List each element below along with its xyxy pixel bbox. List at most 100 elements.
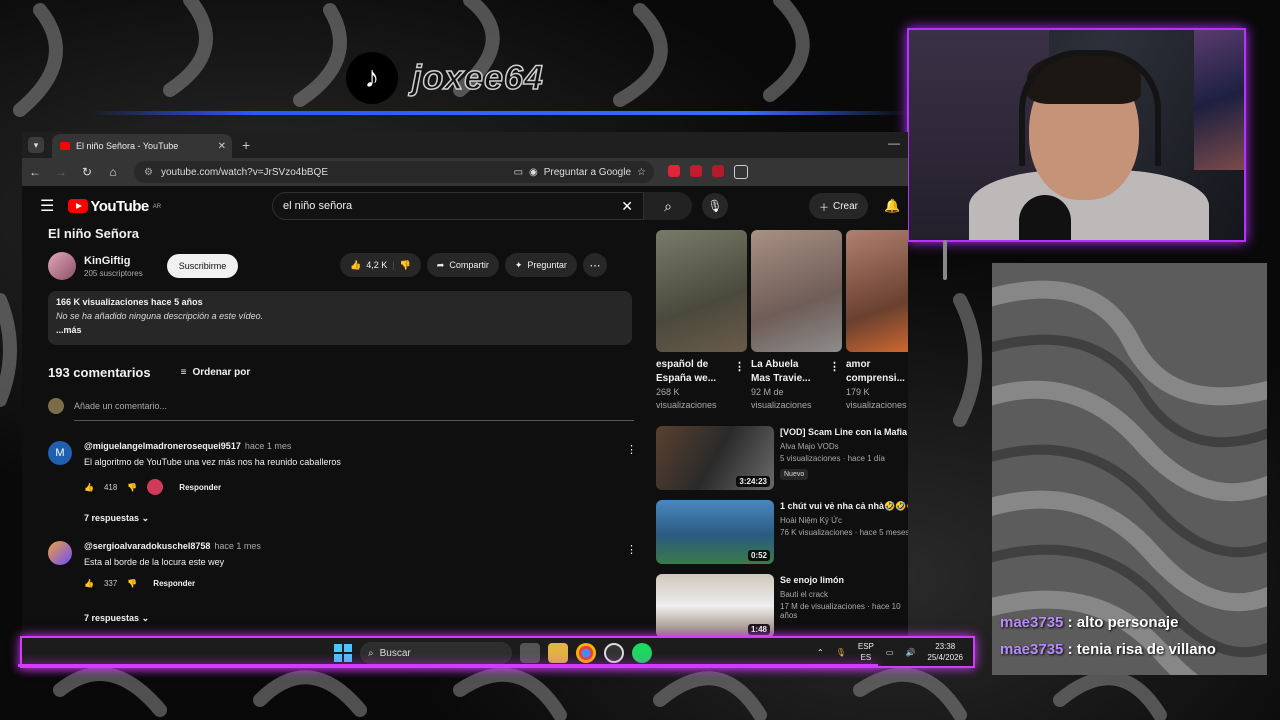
voice-search-button[interactable]: 🎙 (702, 193, 728, 219)
obs-icon[interactable] (604, 643, 624, 663)
search-button[interactable]: ⌕ (644, 192, 692, 220)
google-lens-icon[interactable]: ◉ (529, 167, 538, 178)
taskbar-search[interactable]: ⌕ Buscar (360, 642, 512, 664)
short-menu-icon[interactable]: ⋮ (734, 360, 745, 374)
reply-button[interactable]: Responder (153, 579, 195, 588)
minimize-icon[interactable]: — (888, 136, 900, 150)
reload-icon[interactable]: ↻ (74, 165, 100, 179)
menu-icon[interactable]: ☰ (40, 196, 54, 216)
comment-avatar[interactable] (48, 541, 72, 565)
short-menu-icon[interactable]: ⋮ (829, 360, 840, 374)
recommended-video[interactable]: 1:48 Se enojo limón Bauti el crack 17 M … (656, 574, 908, 637)
comment-time[interactable]: hace 1 mes (245, 441, 292, 451)
thumbs-down-icon[interactable]: 👎 (400, 260, 411, 271)
short-title-line[interactable]: amor (846, 358, 908, 372)
reply-button[interactable]: Responder (179, 483, 221, 492)
comment-menu-icon[interactable]: ⋮ (626, 543, 637, 556)
thumbs-up-icon[interactable]: 👍 (84, 483, 94, 492)
url-text: youtube.com/watch?v=JrSVzo4bBQE (160, 166, 328, 178)
extension-icon[interactable] (690, 165, 702, 177)
video-title[interactable]: Se enojo limón (780, 574, 908, 587)
more-actions-icon[interactable]: ⋯ (582, 253, 607, 277)
video-title[interactable]: 1 chút vui vẻ nha cả nhà🤣🤣🤣 (780, 500, 908, 513)
comment-author[interactable]: @miguelangelmadronerosequei9517 (84, 441, 241, 451)
browser-window: ▾ El niño Señora - YouTube ✕ + — ← → ↻ ⌂… (22, 132, 908, 637)
add-comment-row[interactable]: Añade un comentario... (48, 398, 648, 414)
chevron-up-icon[interactable]: ⌃ (817, 648, 824, 657)
create-button[interactable]: ＋ Crear (809, 193, 869, 219)
add-comment-input[interactable]: Añade un comentario... (74, 401, 167, 411)
sort-button[interactable]: ≡ Ordenar por (181, 367, 251, 378)
comment-author[interactable]: @sergioalvaradokuschel8758 (84, 541, 210, 551)
network-icon[interactable]: ▭ (886, 648, 894, 657)
new-tab-button[interactable]: + (242, 137, 250, 153)
microphone-icon[interactable]: 🎙 (836, 648, 846, 657)
short-title-line[interactable]: España we... (656, 372, 747, 386)
view-replies-button[interactable]: 7 respuestas ⌄ (84, 513, 149, 524)
short-thumbnail[interactable] (656, 230, 747, 352)
home-icon[interactable]: ⌂ (100, 165, 126, 179)
share-button[interactable]: ➦ Compartir (426, 253, 499, 277)
comment-menu-icon[interactable]: ⋮ (626, 443, 637, 456)
view-replies-button[interactable]: 7 respuestas ⌄ (84, 613, 149, 624)
extension-icon[interactable] (712, 165, 724, 177)
short-title-line[interactable]: comprensi... (846, 372, 908, 386)
video-title[interactable]: [VOD] Scam Line con la Mafia (780, 426, 908, 439)
spotify-icon[interactable] (632, 643, 652, 663)
scrollbar-thumb[interactable] (943, 240, 947, 280)
show-more-link[interactable]: ...más (56, 325, 624, 335)
short-title-line[interactable]: Mas Travie... (751, 372, 842, 386)
ask-google-label[interactable]: Preguntar a Google (544, 167, 631, 178)
thumbs-up-icon[interactable]: 👍 (84, 579, 94, 588)
chrome-icon[interactable] (576, 643, 596, 663)
close-tab-icon[interactable]: ✕ (218, 141, 226, 152)
windows-start-icon[interactable] (334, 644, 352, 662)
youtube-logo[interactable]: YouTube AR (68, 198, 161, 215)
short-item[interactable]: La Abuela Mas Travie... ⋮ 92 M de visual… (751, 230, 842, 412)
short-thumbnail[interactable] (846, 230, 908, 352)
forward-icon[interactable]: → (48, 165, 74, 179)
video-channel[interactable]: Hoài Niệm Ký Ức (780, 516, 908, 525)
short-title: amor comprensi... ⋮ (846, 358, 908, 386)
comment-avatar[interactable]: M (48, 441, 72, 465)
install-icon[interactable]: ▭ (514, 167, 523, 178)
bookmark-star-icon[interactable]: ☆ (637, 167, 646, 178)
like-button[interactable]: 👍 4,2 K | 👎 (340, 253, 421, 277)
site-info-icon[interactable]: ⚙ (144, 167, 153, 178)
clock[interactable]: 23:38 25/4/2026 (927, 641, 963, 663)
notifications-bell-icon[interactable]: 🔔 (884, 198, 900, 214)
clear-search-icon[interactable]: ✕ (621, 198, 633, 215)
tab-youtube[interactable]: El niño Señora - YouTube ✕ (52, 134, 232, 158)
tab-search-button[interactable]: ▾ (28, 137, 44, 153)
language-indicator[interactable]: ESP ES (858, 641, 874, 663)
thumbs-down-icon[interactable]: 👎 (127, 579, 137, 588)
back-icon[interactable]: ← (22, 165, 48, 179)
task-view-icon[interactable] (520, 643, 540, 663)
comment-time[interactable]: hace 1 mes (214, 541, 261, 551)
search-input[interactable]: el niño señora ✕ (272, 192, 644, 220)
description-box[interactable]: 166 K visualizaciones hace 5 años No se … (48, 291, 632, 345)
video-thumbnail[interactable]: 1:48 (656, 574, 774, 637)
ask-button[interactable]: ✦ Preguntar (504, 253, 577, 277)
video-channel[interactable]: Alva Majo VODs (780, 442, 908, 451)
short-thumbnail[interactable] (751, 230, 842, 352)
video-thumbnail[interactable]: 3:24:23 (656, 426, 774, 490)
video-thumbnail[interactable]: 0:52 (656, 500, 774, 564)
subscribe-button[interactable]: Suscribirme (166, 254, 239, 278)
file-explorer-icon[interactable] (548, 643, 568, 663)
chat-message: mae3735 : alto personaje (1000, 614, 1275, 631)
chat-username: mae3735 (1000, 641, 1064, 658)
channel-name[interactable]: KinGiftig (84, 255, 143, 267)
omnibox[interactable]: ⚙ youtube.com/watch?v=JrSVzo4bBQE ▭ ◉ Pr… (134, 161, 654, 183)
recommended-video[interactable]: 0:52 1 chút vui vẻ nha cả nhà🤣🤣🤣 Hoài Ni… (656, 500, 908, 566)
puzzle-icon[interactable] (734, 165, 748, 179)
search-icon: ⌕ (664, 197, 672, 214)
thumbs-down-icon[interactable]: 👎 (127, 483, 137, 492)
volume-icon[interactable]: 🔊 (905, 648, 915, 657)
short-item[interactable]: amor comprensi... ⋮ 179 K visualizacione… (846, 230, 908, 412)
recommended-video[interactable]: 3:24:23 [VOD] Scam Line con la Mafia Alv… (656, 426, 908, 492)
extension-icon[interactable] (668, 165, 680, 177)
video-channel[interactable]: Bauti el crack (780, 590, 908, 599)
short-item[interactable]: español de España we... ⋮ 268 K visualiz… (656, 230, 747, 412)
channel-avatar[interactable] (48, 252, 76, 280)
